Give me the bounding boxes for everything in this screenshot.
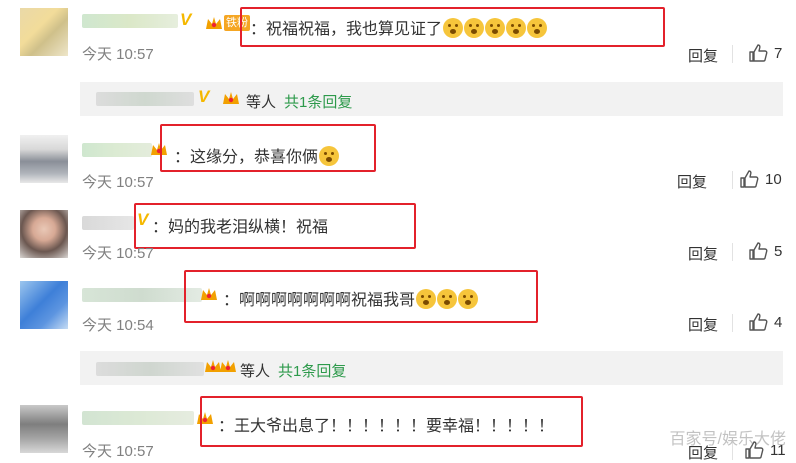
username[interactable] bbox=[82, 411, 194, 425]
comment-time: 今天 10:57 bbox=[82, 174, 154, 191]
username[interactable] bbox=[96, 92, 194, 106]
emoji-icon bbox=[416, 289, 437, 309]
reply-button[interactable]: 回复 bbox=[688, 45, 718, 66]
emoji-icon bbox=[458, 289, 479, 309]
avatar[interactable] bbox=[20, 405, 68, 453]
comment-time: 今天 10:57 bbox=[82, 443, 154, 460]
crown-icon bbox=[223, 92, 239, 104]
username[interactable] bbox=[82, 216, 134, 230]
verified-v-icon: V bbox=[180, 10, 192, 29]
username[interactable] bbox=[96, 362, 204, 376]
emoji-icon bbox=[464, 18, 485, 38]
reply-button[interactable]: 回复 bbox=[688, 243, 718, 264]
view-replies-link[interactable]: 共1条回复 bbox=[278, 360, 346, 381]
comment-text: ：祝福祝福，我也算见证了 bbox=[250, 15, 548, 39]
emoji-icon bbox=[506, 18, 527, 38]
like-count: 7 bbox=[774, 44, 783, 62]
divider bbox=[732, 314, 733, 332]
username[interactable] bbox=[82, 143, 152, 157]
others-text: 等人 bbox=[240, 363, 271, 380]
divider bbox=[732, 243, 733, 261]
comment-text: ：这缘分，恭喜你俩 bbox=[174, 143, 340, 167]
like-count: 5 bbox=[774, 242, 783, 260]
comment-time: 今天 10:54 bbox=[82, 317, 154, 334]
emoji-icon bbox=[319, 146, 340, 166]
watermark: 百家号/娱乐大佬 bbox=[669, 431, 786, 448]
emoji-icon bbox=[443, 18, 464, 38]
avatar[interactable] bbox=[20, 281, 68, 329]
comment-text: ：妈的我老泪纵横！祝福 bbox=[152, 219, 329, 236]
reply-button[interactable]: 回复 bbox=[677, 171, 707, 192]
others-text: 等人 bbox=[246, 94, 277, 111]
verified-v-icon: V bbox=[198, 87, 210, 106]
emoji-icon bbox=[527, 18, 548, 38]
like-button[interactable]: 5 bbox=[748, 242, 782, 260]
divider bbox=[732, 45, 733, 63]
like-button[interactable]: 10 bbox=[739, 170, 782, 188]
thumbs-up-icon bbox=[749, 313, 768, 331]
username[interactable] bbox=[82, 14, 178, 28]
thumbs-up-icon bbox=[749, 44, 768, 62]
avatar[interactable] bbox=[20, 210, 68, 258]
comment-text: ：王大爷出息了！！！！！！要幸福！！！！！ bbox=[218, 418, 555, 435]
crown-icon bbox=[206, 17, 222, 29]
comment-time: 今天 10:57 bbox=[82, 245, 154, 262]
divider bbox=[732, 171, 733, 189]
like-count: 4 bbox=[774, 313, 783, 331]
thumbs-up-icon bbox=[740, 170, 759, 188]
like-button[interactable]: 4 bbox=[748, 313, 782, 331]
emoji-icon bbox=[485, 18, 506, 38]
crown-icon bbox=[220, 360, 236, 372]
avatar[interactable] bbox=[20, 135, 68, 183]
emoji-icon bbox=[437, 289, 458, 309]
reply-button[interactable]: 回复 bbox=[688, 314, 718, 335]
like-button[interactable]: 7 bbox=[748, 44, 782, 62]
comment-time: 今天 10:57 bbox=[82, 46, 154, 63]
avatar[interactable] bbox=[20, 8, 68, 56]
like-count: 10 bbox=[765, 170, 782, 188]
thumbs-up-icon bbox=[749, 242, 768, 260]
view-replies-link[interactable]: 共1条回复 bbox=[284, 91, 352, 112]
comment-text: ：啊啊啊啊啊啊啊祝福我哥 bbox=[223, 286, 479, 310]
